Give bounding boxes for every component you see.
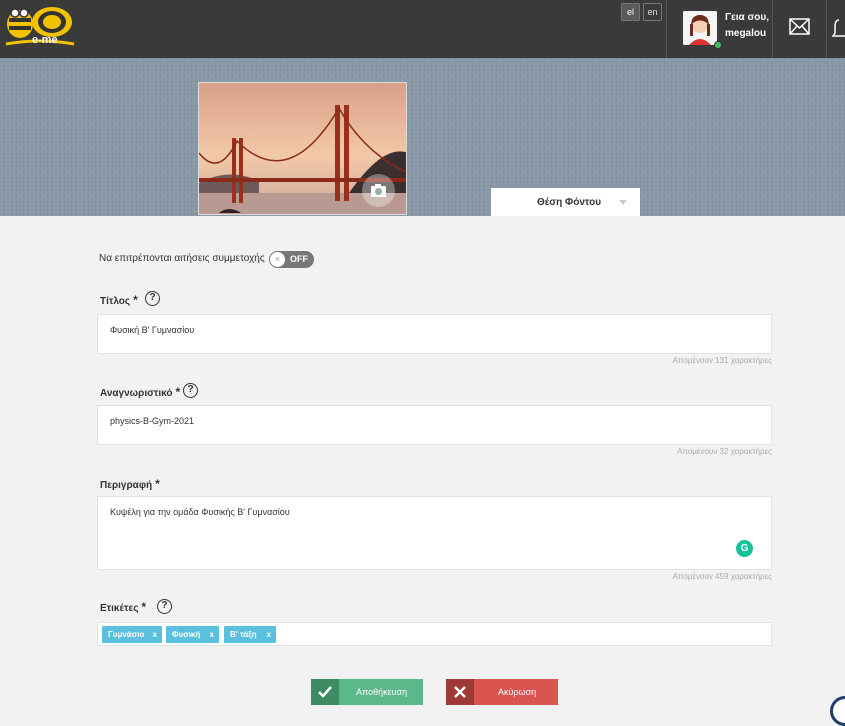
tag-remove-button[interactable]: x <box>210 626 214 643</box>
help-widget-icon[interactable] <box>830 696 845 726</box>
notifications-button[interactable] <box>826 0 845 58</box>
language-el-button[interactable]: el <box>621 3 640 21</box>
identifier-label: Αναγνωριστικό * <box>100 385 180 399</box>
check-icon-box <box>311 679 339 705</box>
save-button[interactable]: Αποθήκευση <box>311 679 423 705</box>
tag-chip: Β' τάξη x <box>224 626 276 643</box>
grammarly-icon[interactable]: G <box>736 540 753 557</box>
tag-label: Β' τάξη <box>230 630 257 639</box>
title-label-text: Τίτλος <box>100 296 131 307</box>
cancel-button-label: Ακύρωση <box>498 687 537 697</box>
description-input-value: Κυψέλη για την ομάδα Φυσικής Β' Γυμνασίο… <box>110 507 290 517</box>
identifier-label-text: Αναγνωριστικό <box>100 388 173 399</box>
title-input[interactable]: Φυσική Β' Γυμνασίου <box>97 314 772 354</box>
required-mark: * <box>175 385 181 399</box>
tag-chip: Γυμνάσιο x <box>102 626 162 643</box>
messages-button[interactable] <box>772 0 826 58</box>
username: megalou <box>725 28 767 39</box>
tags-label: Ετικέτες * <box>100 600 146 614</box>
tag-remove-button[interactable]: x <box>153 626 157 643</box>
required-mark: * <box>133 293 138 307</box>
bell-icon <box>831 19 845 37</box>
tag-remove-button[interactable]: x <box>267 626 271 643</box>
description-textarea[interactable]: Κυψέλη για την ομάδα Φυσικής Β' Γυμνασίο… <box>97 496 772 570</box>
description-label: Περιγραφή * <box>100 477 160 491</box>
tags-label-text: Ετικέτες <box>100 603 139 614</box>
title-counter: Απομένουν 131 χαρακτήρες <box>672 356 772 365</box>
language-en-button[interactable]: en <box>643 3 662 21</box>
help-icon[interactable]: ? <box>157 599 172 614</box>
close-icon: × <box>270 252 285 267</box>
camera-icon <box>371 184 386 197</box>
close-icon <box>454 686 466 698</box>
tag-chip: Φυσική x <box>166 626 219 643</box>
required-mark: * <box>141 600 147 614</box>
description-counter: Απομένουν 459 χαρακτήρες <box>672 572 772 581</box>
greeting-text: Γεια σου, <box>725 12 770 23</box>
title-input-value: Φυσική Β' Γυμνασίου <box>110 325 195 335</box>
toggle-state: OFF <box>290 254 308 264</box>
change-cover-button[interactable] <box>362 174 395 207</box>
description-label-text: Περιγραφή <box>100 480 153 491</box>
top-navbar: e-me el en Γεια σου, megalou <box>0 0 845 58</box>
help-icon[interactable]: ? <box>183 383 198 398</box>
chevron-down-icon <box>619 200 627 205</box>
tag-label: Γυμνάσιο <box>108 630 145 639</box>
avatar[interactable] <box>683 11 717 45</box>
e-me-logo[interactable]: e-me <box>2 4 76 54</box>
online-status-icon <box>714 41 722 49</box>
identifier-input[interactable]: physics-B-Gym-2021 <box>97 405 772 445</box>
check-icon <box>318 686 332 698</box>
close-icon-box <box>446 679 474 705</box>
mail-icon <box>789 18 810 35</box>
tag-label: Φυσική <box>172 630 201 639</box>
identifier-input-value: physics-B-Gym-2021 <box>110 416 195 426</box>
required-mark: * <box>155 477 160 491</box>
user-menu[interactable]: Γεια σου, megalou <box>666 0 772 58</box>
help-icon[interactable]: ? <box>145 291 160 306</box>
logo-text: e-me <box>32 34 58 46</box>
user-greeting: Γεια σου, megalou <box>725 10 769 42</box>
save-button-label: Αποθήκευση <box>356 687 408 697</box>
identifier-counter: Απομένουν 32 χαρακτήρες <box>677 447 772 456</box>
cancel-button[interactable]: Ακύρωση <box>446 679 558 705</box>
cover-background <box>0 58 845 216</box>
participation-toggle[interactable]: × OFF <box>269 251 314 268</box>
background-position-dropdown[interactable]: Θέση Φόντου <box>491 188 640 216</box>
title-label: Τίτλος * <box>100 293 138 307</box>
background-position-label: Θέση Φόντου <box>537 197 602 208</box>
participation-label: Να επιτρέπονται αιτήσεις συμμετοχής <box>99 253 265 264</box>
